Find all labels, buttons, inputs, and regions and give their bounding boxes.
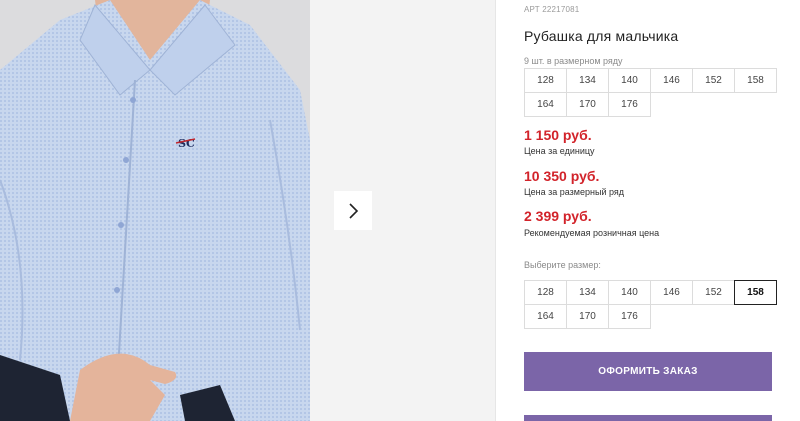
shirt-image: SC <box>0 0 310 421</box>
size-option-164[interactable]: 164 <box>524 304 567 329</box>
product-sku: АРТ 22217081 <box>524 5 580 14</box>
size-option-170[interactable]: 170 <box>566 304 609 329</box>
size-row-cell: 128 <box>524 68 567 93</box>
size-option-176[interactable]: 176 <box>608 304 651 329</box>
size-row-cell: 140 <box>608 68 651 93</box>
column-divider <box>495 0 496 421</box>
size-row-note: 9 шт. в размерном ряду <box>524 56 623 66</box>
retail-price: 2 399 руб. <box>524 208 592 224</box>
choose-size-label: Выберите размер: <box>524 260 601 270</box>
size-row-cell: 170 <box>566 92 609 117</box>
product-title: Рубашка для мальчика <box>524 28 679 44</box>
size-option-158[interactable]: 158 <box>734 280 777 305</box>
size-option-128[interactable]: 128 <box>524 280 567 305</box>
size-row-cell: 152 <box>692 68 735 93</box>
row-price: 10 350 руб. <box>524 168 600 184</box>
product-photo: SC <box>0 0 310 421</box>
product-page: SC АРТ 22217081 Рубашка для мальчика 9 ш… <box>0 0 800 421</box>
size-option-140[interactable]: 140 <box>608 280 651 305</box>
size-row-grid: 128 134 140 146 152 158 164 170 176 <box>524 68 777 117</box>
size-option-146[interactable]: 146 <box>650 280 693 305</box>
size-row-cell: 158 <box>734 68 777 93</box>
order-button[interactable]: ОФОРМИТЬ ЗАКАЗ <box>524 352 772 391</box>
secondary-button[interactable] <box>524 415 772 421</box>
size-row-cell: 134 <box>566 68 609 93</box>
size-option-152[interactable]: 152 <box>692 280 735 305</box>
size-row-cell: 176 <box>608 92 651 117</box>
gallery-next-button[interactable] <box>334 191 372 230</box>
size-option-134[interactable]: 134 <box>566 280 609 305</box>
row-price-label: Цена за размерный ряд <box>524 187 625 197</box>
size-row-cell: 146 <box>650 68 693 93</box>
unit-price: 1 150 руб. <box>524 127 592 143</box>
chevron-right-icon <box>349 202 359 219</box>
size-picker-grid: 128 134 140 146 152 158 164 170 176 <box>524 280 777 329</box>
unit-price-label: Цена за единицу <box>524 146 595 156</box>
size-row-cell: 164 <box>524 92 567 117</box>
retail-price-label: Рекомендуемая розничная цена <box>524 228 660 238</box>
